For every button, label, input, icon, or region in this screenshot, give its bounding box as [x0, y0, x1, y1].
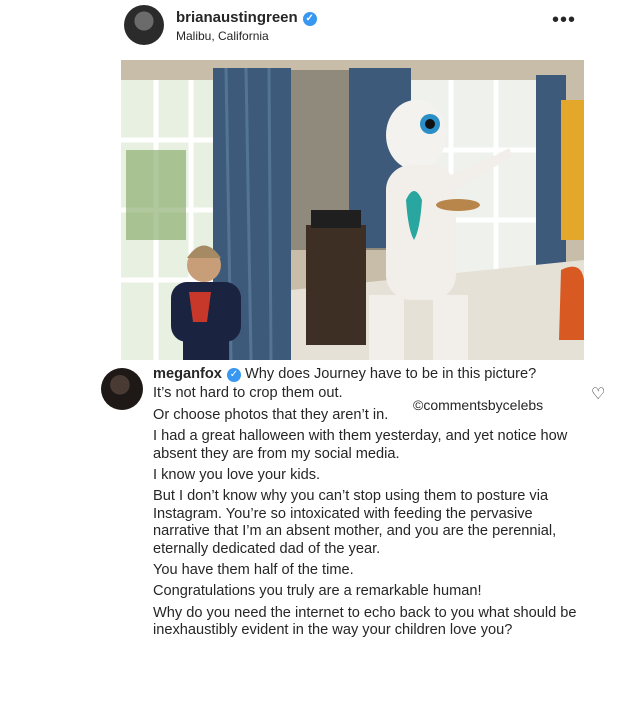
verified-icon: ✓ — [302, 12, 317, 26]
comment-line: You have them half of the time. — [153, 562, 354, 579]
comment-line: But I don’t know why you can’t stop usin… — [153, 488, 557, 557]
commenter-avatar[interactable] — [101, 368, 143, 410]
comment-first-line: Why does Journey have to be in this pict… — [245, 366, 537, 382]
heart-outline-icon[interactable]: ♡ — [591, 384, 605, 404]
verified-icon: ✓ — [226, 368, 241, 382]
post-header: brianaustingreen ✓ Malibu, California ••• — [124, 5, 584, 49]
watermark: ©commentsbycelebs — [413, 397, 544, 413]
post-username-text[interactable]: brianaustingreen — [176, 9, 298, 26]
comment-username[interactable]: meganfox — [153, 366, 222, 382]
comment-line: I had a great halloween with them yester… — [153, 428, 568, 462]
more-options-icon[interactable]: ••• — [552, 9, 576, 32]
post-location[interactable]: Malibu, California — [176, 29, 269, 43]
post-username[interactable]: brianaustingreen ✓ — [176, 9, 317, 26]
post-author-avatar[interactable] — [124, 5, 164, 45]
photo-illustration — [121, 60, 584, 360]
comment-line: I know you love your kids. — [153, 467, 321, 484]
post-photo[interactable] — [121, 60, 584, 360]
comment-line: Why do you need the internet to echo bac… — [153, 604, 577, 639]
comment-line: Congratulations you truly are a remarkab… — [153, 583, 482, 600]
